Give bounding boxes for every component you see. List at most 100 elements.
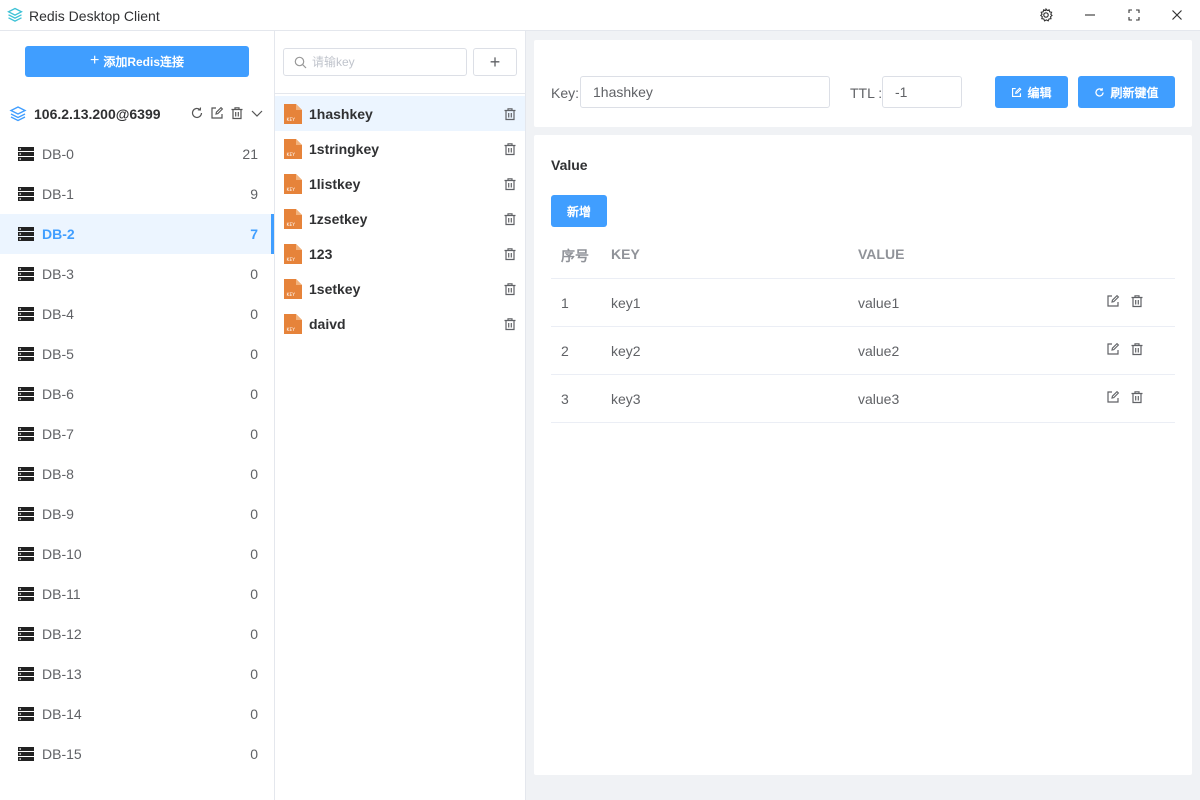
key-name-input[interactable] (580, 76, 830, 108)
ttl-label: TTL : (850, 85, 883, 101)
cell-value: value3 (858, 391, 900, 407)
trash-icon[interactable] (503, 142, 517, 161)
key-list-item[interactable]: KEY 1listkey (275, 166, 525, 201)
sidebar-item-db[interactable]: DB-3 0 (0, 254, 274, 294)
sidebar-item-db[interactable]: DB-10 0 (0, 534, 274, 574)
sidebar-item-db[interactable]: DB-8 0 (0, 454, 274, 494)
db-name: DB-2 (42, 226, 75, 242)
title-bar: Redis Desktop Client (0, 0, 1200, 31)
server-icon (18, 227, 34, 246)
key-list-panel: + KEY1hashkeyKEY1stringkeyKEY1listkeyKEY… (275, 31, 526, 800)
db-key-count: 0 (250, 386, 258, 402)
key-list-item[interactable]: KEY 1setkey (275, 271, 525, 306)
edit-icon[interactable] (1106, 342, 1120, 361)
server-icon (18, 707, 34, 726)
sidebar-item-db[interactable]: DB-13 0 (0, 654, 274, 694)
key-file-icon: KEY (284, 139, 302, 164)
key-name: 1listkey (309, 176, 361, 192)
sidebar-item-db[interactable]: DB-0 21 (0, 134, 274, 174)
refresh-icon (1095, 87, 1105, 97)
key-name: 123 (309, 246, 333, 262)
edit-icon[interactable] (210, 106, 224, 120)
table-row: 3 key3 value3 (551, 375, 1175, 423)
server-icon (18, 507, 34, 526)
sidebar-item-db[interactable]: DB-9 0 (0, 494, 274, 534)
key-search-box[interactable] (283, 48, 467, 76)
refresh-value-button[interactable]: 刷新键值 (1078, 76, 1175, 108)
key-label: Key: (551, 85, 580, 101)
sidebar-item-db[interactable]: DB-11 0 (0, 574, 274, 614)
trash-icon[interactable] (503, 317, 517, 336)
app-logo-icon (7, 7, 23, 23)
server-icon (18, 467, 34, 486)
trash-icon[interactable] (503, 177, 517, 196)
chevron-down-icon[interactable] (250, 106, 264, 120)
server-icon (18, 387, 34, 406)
layers-icon (9, 105, 27, 128)
sidebar-item-db[interactable]: DB-2 7 (0, 214, 274, 254)
key-list-item[interactable]: KEY daivd (275, 306, 525, 341)
db-key-count: 0 (250, 586, 258, 602)
key-search-input[interactable] (312, 53, 462, 71)
key-name: 1hashkey (309, 106, 373, 122)
trash-icon[interactable] (503, 247, 517, 266)
trash-icon[interactable] (1130, 342, 1144, 361)
refresh-icon[interactable] (190, 106, 204, 120)
cell-index: 1 (561, 295, 569, 311)
key-list-item[interactable]: KEY 1zsetkey (275, 201, 525, 236)
db-key-count: 0 (250, 746, 258, 762)
connection-row[interactable]: 106.2.13.200@6399 (0, 100, 274, 128)
cell-key: key1 (611, 295, 641, 311)
sidebar-item-db[interactable]: DB-12 0 (0, 614, 274, 654)
key-file-icon: KEY (284, 244, 302, 269)
sidebar-item-db[interactable]: DB-15 0 (0, 734, 274, 774)
server-icon (18, 627, 34, 646)
sidebar-item-db[interactable]: DB-1 9 (0, 174, 274, 214)
table-header: 序号 KEY VALUE (551, 231, 1175, 279)
key-list-item[interactable]: KEY 123 (275, 236, 525, 271)
maximize-icon[interactable] (1122, 4, 1146, 26)
db-key-count: 0 (250, 706, 258, 722)
trash-icon[interactable] (503, 107, 517, 126)
edit-icon[interactable] (1106, 294, 1120, 313)
edit-button[interactable]: 编辑 (995, 76, 1068, 108)
server-icon (18, 347, 34, 366)
edit-icon[interactable] (1106, 390, 1120, 409)
db-name: DB-9 (42, 506, 74, 522)
server-icon (18, 667, 34, 686)
db-name: DB-7 (42, 426, 74, 442)
add-key-button[interactable]: + (473, 48, 517, 76)
add-field-button[interactable]: 新增 (551, 195, 607, 227)
sidebar-item-db[interactable]: DB-7 0 (0, 414, 274, 454)
key-list-item[interactable]: KEY 1hashkey (275, 96, 525, 131)
value-title: Value (551, 157, 588, 173)
key-file-icon: KEY (284, 279, 302, 304)
close-icon[interactable] (1165, 4, 1189, 26)
trash-icon[interactable] (1130, 390, 1144, 409)
settings-icon[interactable] (1034, 4, 1058, 26)
trash-icon[interactable] (503, 212, 517, 231)
cell-key: key3 (611, 391, 641, 407)
sidebar-item-db[interactable]: DB-5 0 (0, 334, 274, 374)
ttl-input[interactable] (882, 76, 962, 108)
key-name: 1stringkey (309, 141, 380, 157)
trash-icon[interactable] (1130, 294, 1144, 313)
sidebar-item-db[interactable]: DB-6 0 (0, 374, 274, 414)
sidebar-item-db[interactable]: DB-14 0 (0, 694, 274, 734)
window-title: Redis Desktop Client (29, 8, 160, 24)
table-row: 1 key1 value1 (551, 279, 1175, 327)
db-key-count: 21 (242, 146, 258, 162)
cell-value: value1 (858, 295, 900, 311)
svg-text:KEY: KEY (287, 257, 296, 263)
svg-text:KEY: KEY (287, 152, 296, 158)
db-name: DB-0 (42, 146, 74, 162)
db-key-count: 0 (250, 666, 258, 682)
db-key-count: 0 (250, 546, 258, 562)
svg-text:KEY: KEY (287, 292, 296, 298)
trash-icon[interactable] (230, 106, 244, 120)
key-list-item[interactable]: KEY 1stringkey (275, 131, 525, 166)
minimize-icon[interactable] (1078, 4, 1102, 26)
add-redis-connection-button[interactable]: + 添加Redis连接 (25, 46, 249, 77)
sidebar-item-db[interactable]: DB-4 0 (0, 294, 274, 334)
trash-icon[interactable] (503, 282, 517, 301)
